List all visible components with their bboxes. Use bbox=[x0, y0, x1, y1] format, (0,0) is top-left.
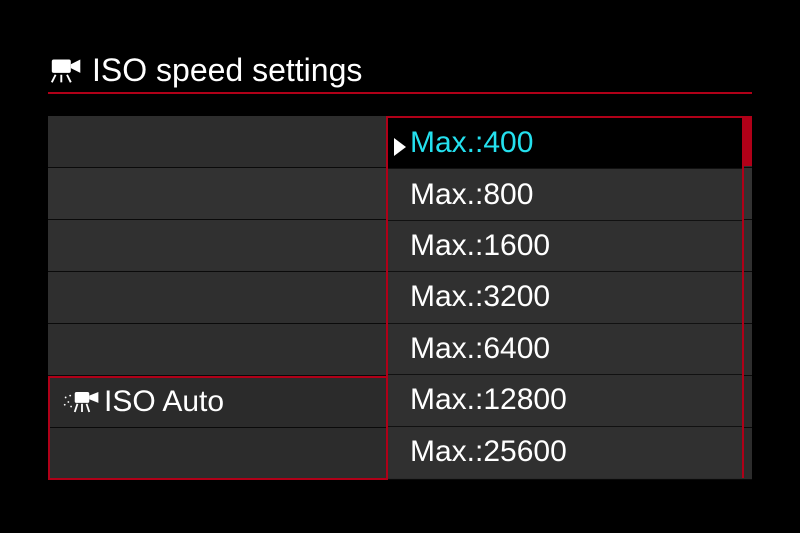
option-max-3200[interactable]: Max.:3200 bbox=[388, 272, 742, 323]
option-label: Max.:3200 bbox=[410, 280, 550, 314]
movie-camera-icon bbox=[48, 55, 86, 85]
screen-header: ISO speed settings bbox=[48, 48, 752, 94]
option-max-400[interactable]: Max.:400 bbox=[388, 118, 742, 169]
option-label: Max.:25600 bbox=[410, 435, 567, 469]
option-label: Max.:800 bbox=[410, 178, 533, 212]
option-label: Max.:6400 bbox=[410, 332, 550, 366]
option-label: Max.:1600 bbox=[410, 229, 550, 263]
option-label: Max.:12800 bbox=[410, 383, 567, 417]
option-max-800[interactable]: Max.:800 bbox=[388, 169, 742, 220]
screen-title: ISO speed settings bbox=[92, 52, 362, 89]
list-item-label: ISO Auto bbox=[104, 385, 224, 419]
option-label: Max.:400 bbox=[410, 126, 533, 160]
movie-camera-sparkle-icon bbox=[62, 388, 102, 416]
option-max-25600[interactable]: Max.:25600 bbox=[388, 427, 742, 478]
option-max-6400[interactable]: Max.:6400 bbox=[388, 324, 742, 375]
iso-auto-options-popup: Max.:400 Max.:800 Max.:1600 Max.:3200 Ma… bbox=[386, 116, 744, 478]
option-max-12800[interactable]: Max.:12800 bbox=[388, 375, 742, 426]
option-max-1600[interactable]: Max.:1600 bbox=[388, 221, 742, 272]
cursor-icon bbox=[392, 132, 408, 154]
